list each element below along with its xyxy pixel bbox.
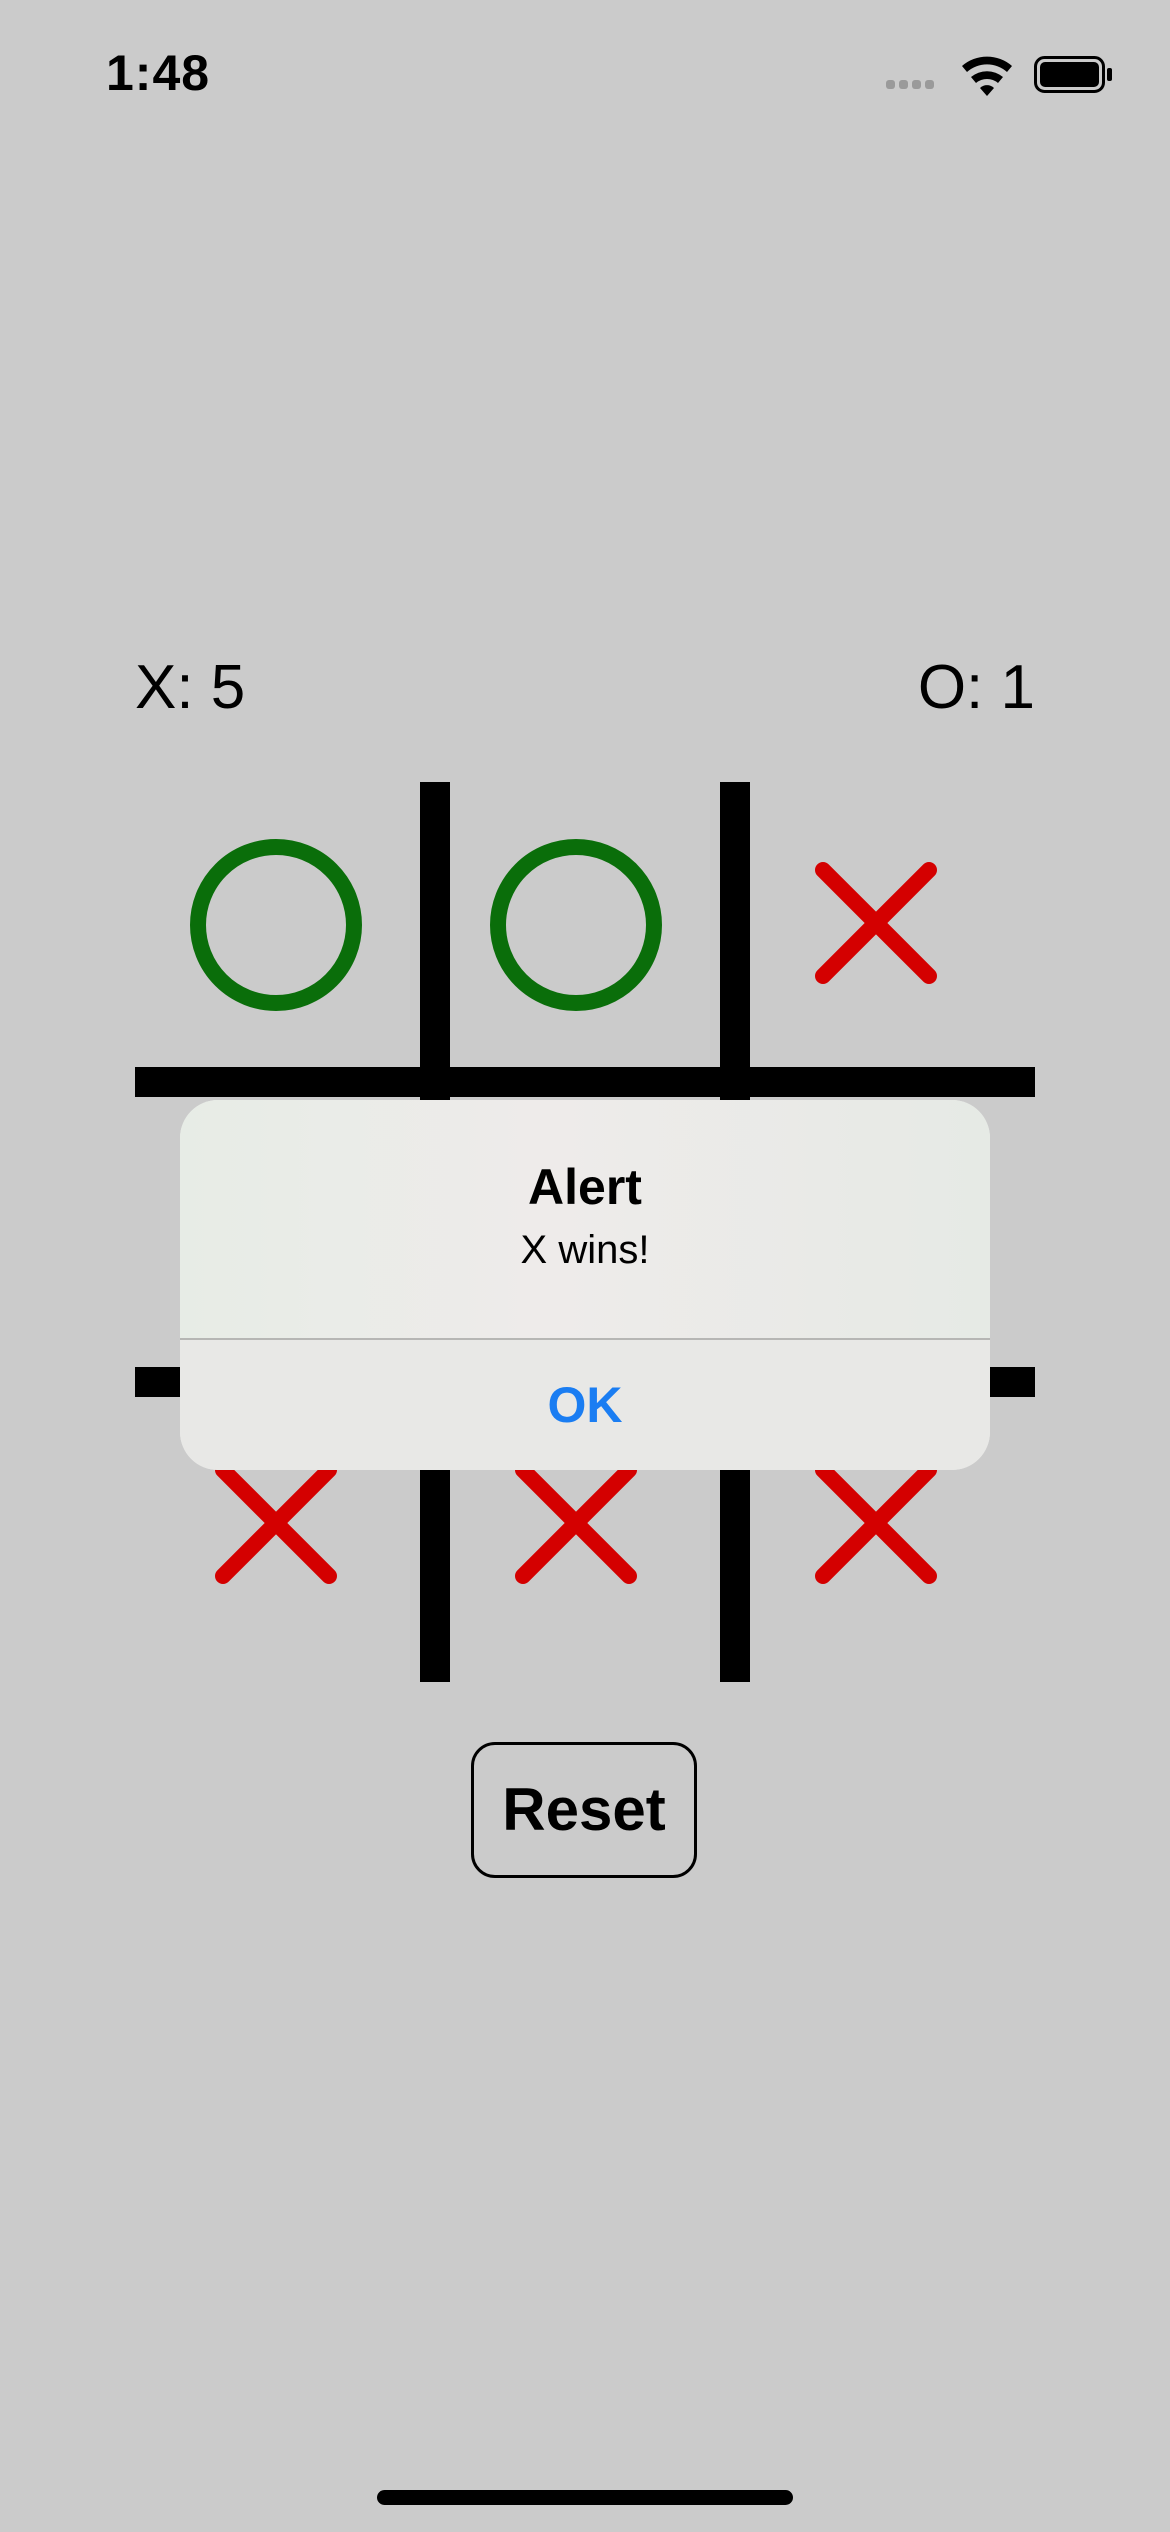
alert-dialog: Alert X wins! OK (180, 1100, 990, 1470)
alert-body: Alert X wins! (180, 1100, 990, 1338)
alert-ok-button[interactable]: OK (180, 1340, 990, 1470)
alert-message: X wins! (520, 1228, 650, 1272)
alert-title: Alert (528, 1159, 642, 1215)
home-indicator[interactable] (377, 2490, 793, 2505)
